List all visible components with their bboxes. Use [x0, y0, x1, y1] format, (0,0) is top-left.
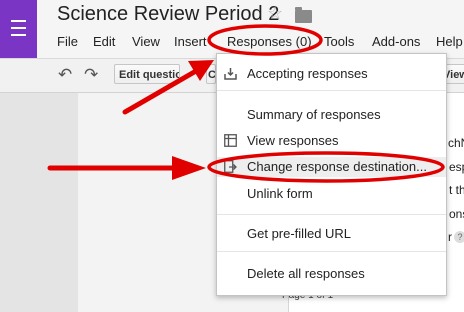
menu-item-unlink-form[interactable]: Unlink form — [217, 184, 446, 204]
menu-help[interactable]: Help — [436, 34, 463, 49]
menu-item-label: View responses — [247, 133, 339, 148]
menu-divider — [217, 90, 446, 91]
spreadsheet-icon — [224, 134, 237, 147]
menu-item-delete-all-responses[interactable]: Delete all responses — [217, 264, 446, 284]
peek-text-2: esp — [449, 160, 464, 174]
menu-tools[interactable]: Tools — [324, 34, 354, 49]
menu-item-accepting-responses[interactable]: Accepting responses — [217, 64, 446, 84]
undo-icon[interactable]: ↶ — [58, 65, 72, 85]
menu-divider — [217, 214, 446, 215]
menu-item-summary-of-responses[interactable]: Summary of responses — [217, 105, 446, 125]
menu-item-label: Unlink form — [247, 186, 313, 201]
menu-item-label: Accepting responses — [247, 66, 368, 81]
toggle-icon — [224, 68, 237, 80]
menu-divider — [217, 251, 446, 252]
peek-text-5: r — [448, 230, 452, 244]
menu-file[interactable]: File — [57, 34, 78, 49]
menu-item-label: Change response destination... — [247, 159, 427, 174]
menu-item-label: Get pre-filled URL — [247, 226, 352, 241]
redo-icon[interactable]: ↷ — [84, 65, 98, 85]
peek-text-3: t the — [449, 183, 464, 197]
folder-icon[interactable] — [295, 7, 312, 23]
edit-questions-button[interactable]: Edit questions — [114, 64, 180, 84]
menu-item-label: Summary of responses — [247, 107, 381, 122]
help-icon[interactable]: ? — [454, 231, 464, 243]
move-icon — [224, 160, 237, 173]
menu-item-label: Delete all responses — [247, 266, 365, 281]
menu-addons[interactable]: Add-ons — [372, 34, 420, 49]
responses-dropdown-menu: Accepting responses Summary of responses… — [216, 53, 447, 296]
menu-edit[interactable]: Edit — [93, 34, 115, 49]
theme-button[interactable]: C — [206, 64, 216, 84]
menu-insert[interactable]: Insert — [174, 34, 207, 49]
star-icon[interactable]: ☆ — [267, 3, 283, 24]
left-gutter — [0, 93, 78, 312]
menu-item-change-response-destination[interactable]: Change response destination... — [217, 157, 446, 177]
peek-text-4: onse — [449, 207, 464, 221]
menubar: File Edit View Insert Responses (0) Tool… — [0, 32, 464, 52]
menu-view[interactable]: View — [132, 34, 160, 49]
peek-text-1: chN — [448, 136, 464, 150]
menu-item-view-responses[interactable]: View responses — [217, 131, 446, 151]
document-title[interactable]: Science Review Period 2 — [57, 3, 279, 26]
menu-responses[interactable]: Responses (0) — [225, 34, 314, 49]
menu-item-get-prefilled-url[interactable]: Get pre-filled URL — [217, 224, 446, 244]
